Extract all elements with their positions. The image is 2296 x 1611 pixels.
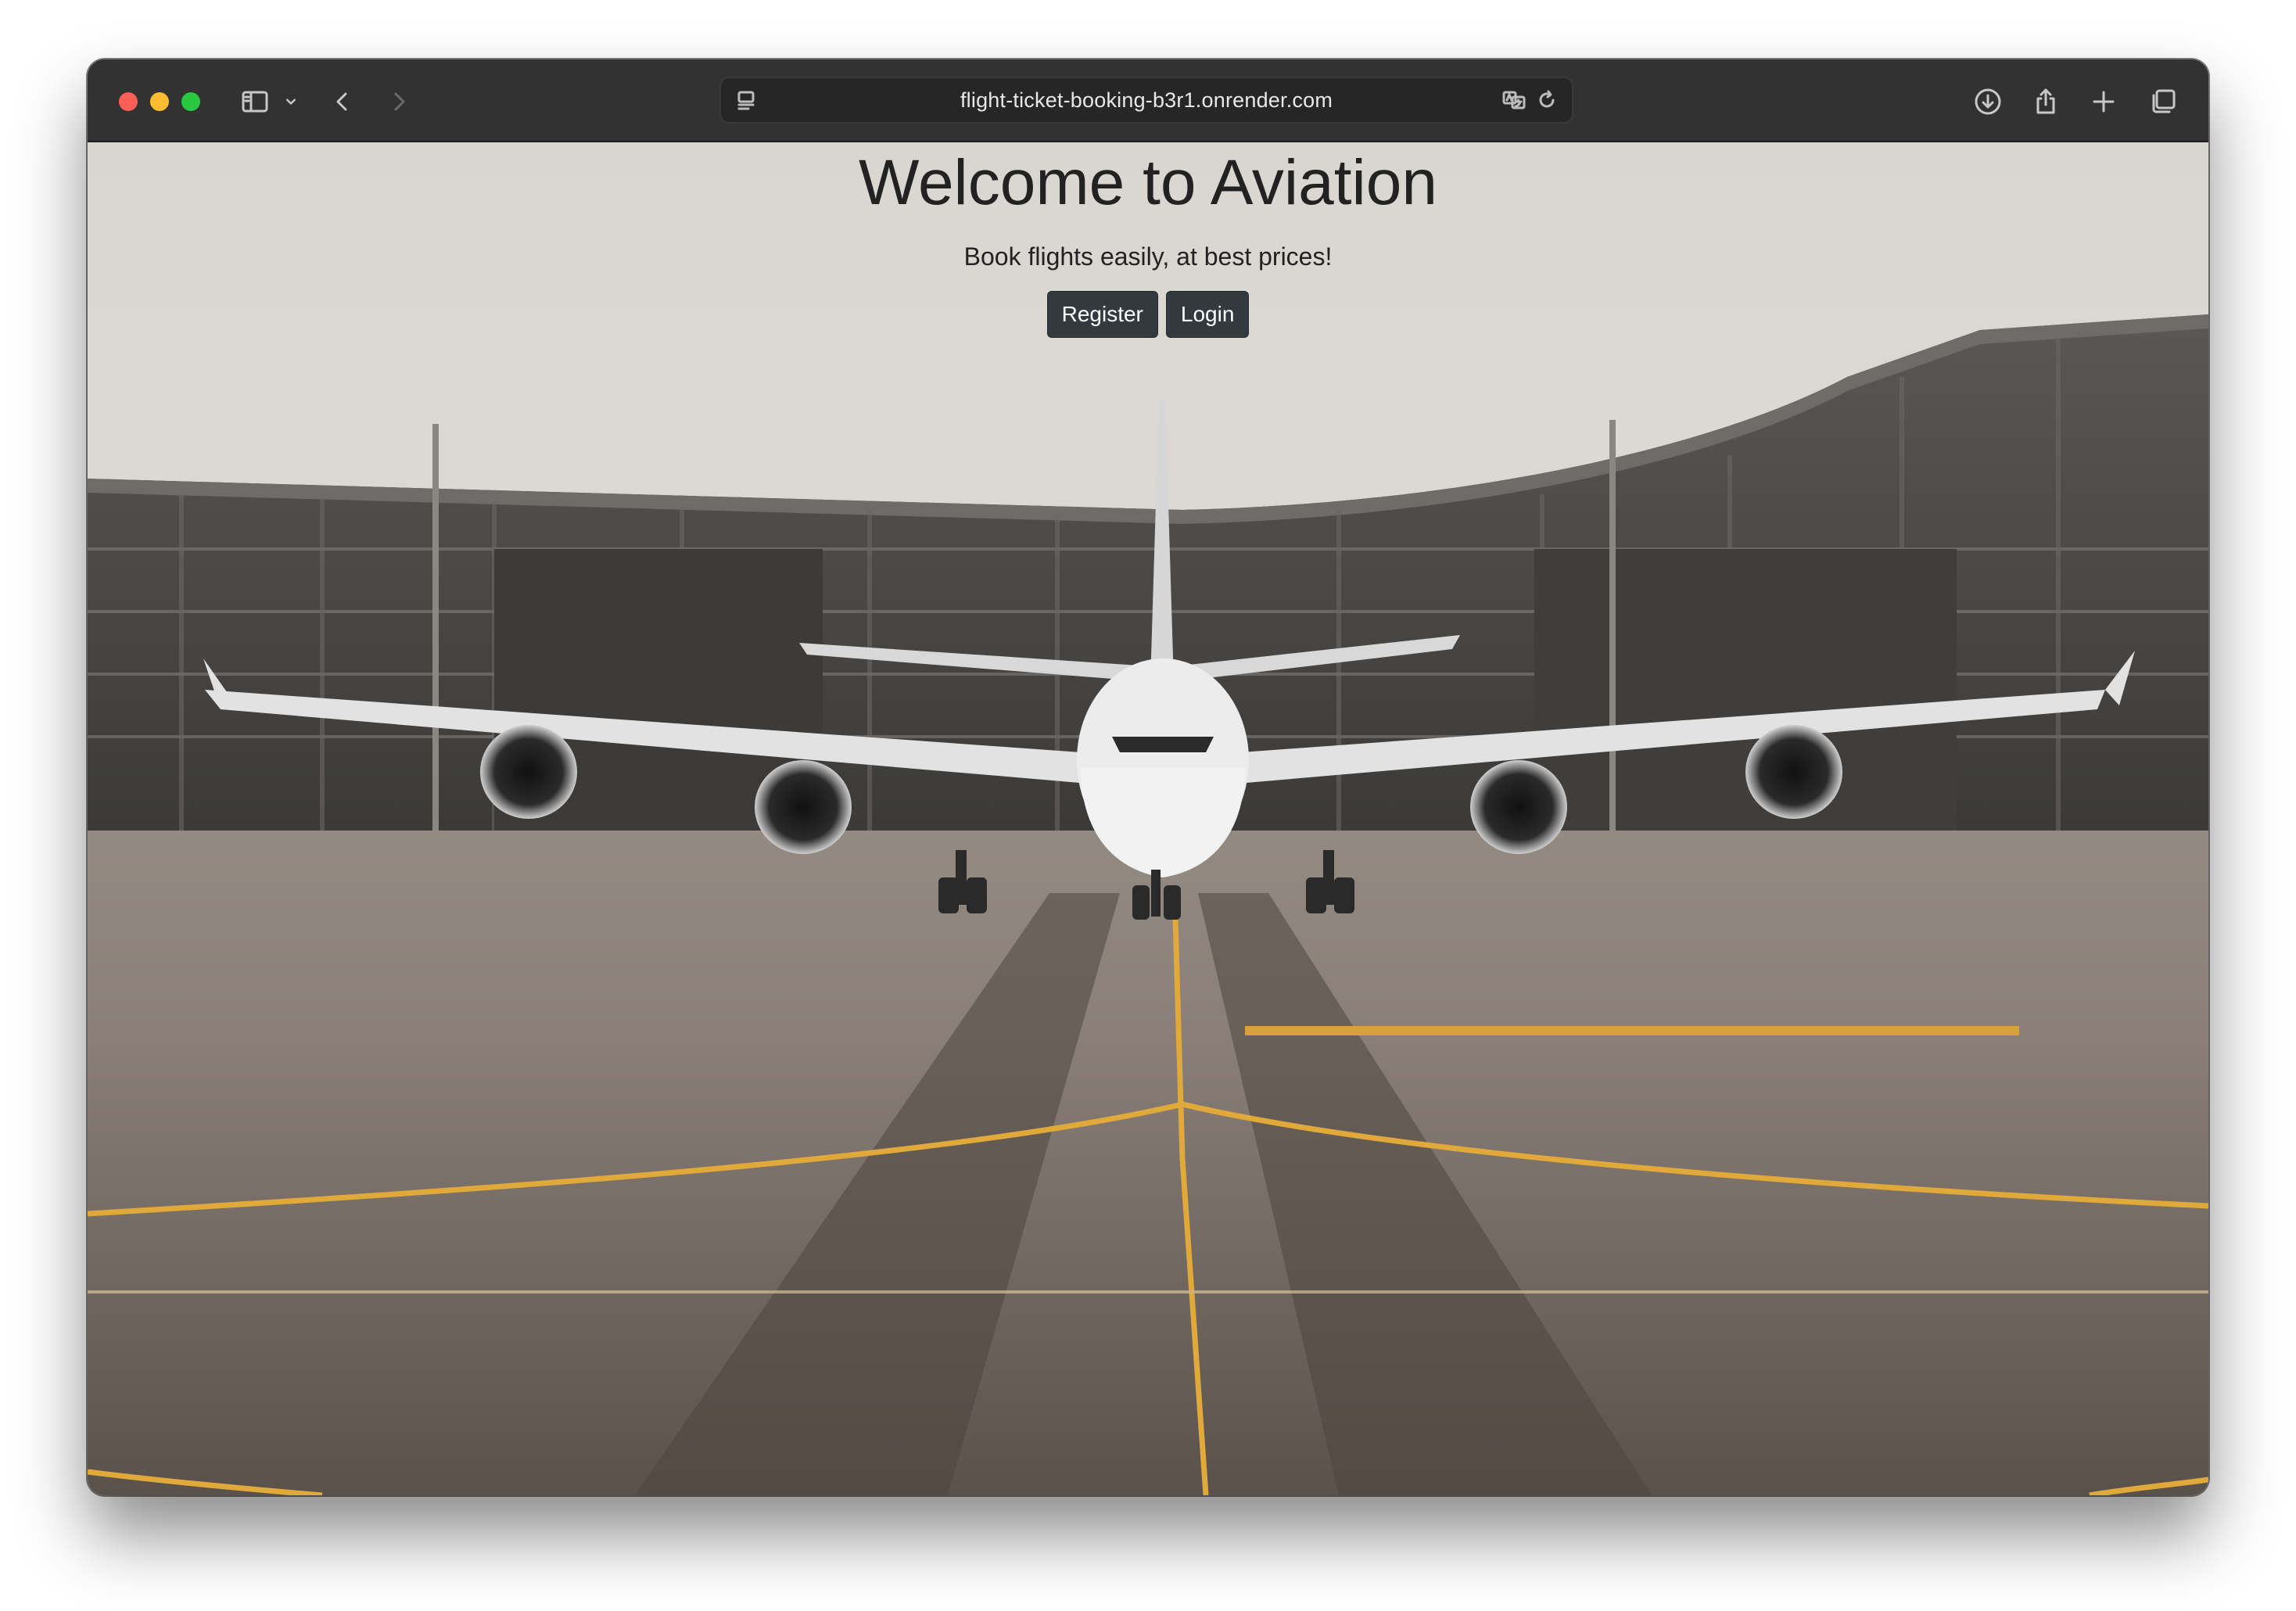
- sidebar-icon[interactable]: [236, 83, 274, 120]
- browser-toolbar: flight-ticket-booking-b3r1.onrender.com: [88, 59, 2208, 142]
- close-window-button[interactable]: [119, 92, 138, 111]
- url-text: flight-ticket-booking-b3r1.onrender.com: [960, 88, 1333, 112]
- minimize-window-button[interactable]: [150, 92, 169, 111]
- airplane-background-image: [88, 142, 2208, 1495]
- page-viewport: Welcome to Aviation Book flights easily,…: [88, 142, 2208, 1495]
- browser-window: flight-ticket-booking-b3r1.onrender.com: [88, 59, 2208, 1495]
- auth-buttons: Register Login: [88, 291, 2208, 338]
- hero-section: Welcome to Aviation Book flights easily,…: [88, 142, 2208, 338]
- reload-icon[interactable]: [1530, 83, 1564, 117]
- forward-arrow-icon[interactable]: [380, 83, 418, 120]
- tab-overview-icon[interactable]: [2144, 83, 2182, 120]
- download-icon[interactable]: [1969, 83, 2007, 120]
- zoom-window-button[interactable]: [181, 92, 200, 111]
- chevron-down-icon[interactable]: [278, 83, 303, 120]
- register-button[interactable]: Register: [1046, 291, 1158, 338]
- page-title: Welcome to Aviation: [859, 147, 1437, 218]
- login-button[interactable]: Login: [1165, 291, 1250, 338]
- share-icon[interactable]: [2027, 83, 2065, 120]
- new-tab-plus-icon[interactable]: [2085, 83, 2122, 120]
- back-arrow-icon[interactable]: [324, 83, 361, 120]
- translate-icon[interactable]: [1497, 83, 1531, 117]
- address-bar[interactable]: flight-ticket-booking-b3r1.onrender.com: [719, 77, 1573, 124]
- page-subtitle: Book flights easily, at best prices!: [963, 242, 1333, 271]
